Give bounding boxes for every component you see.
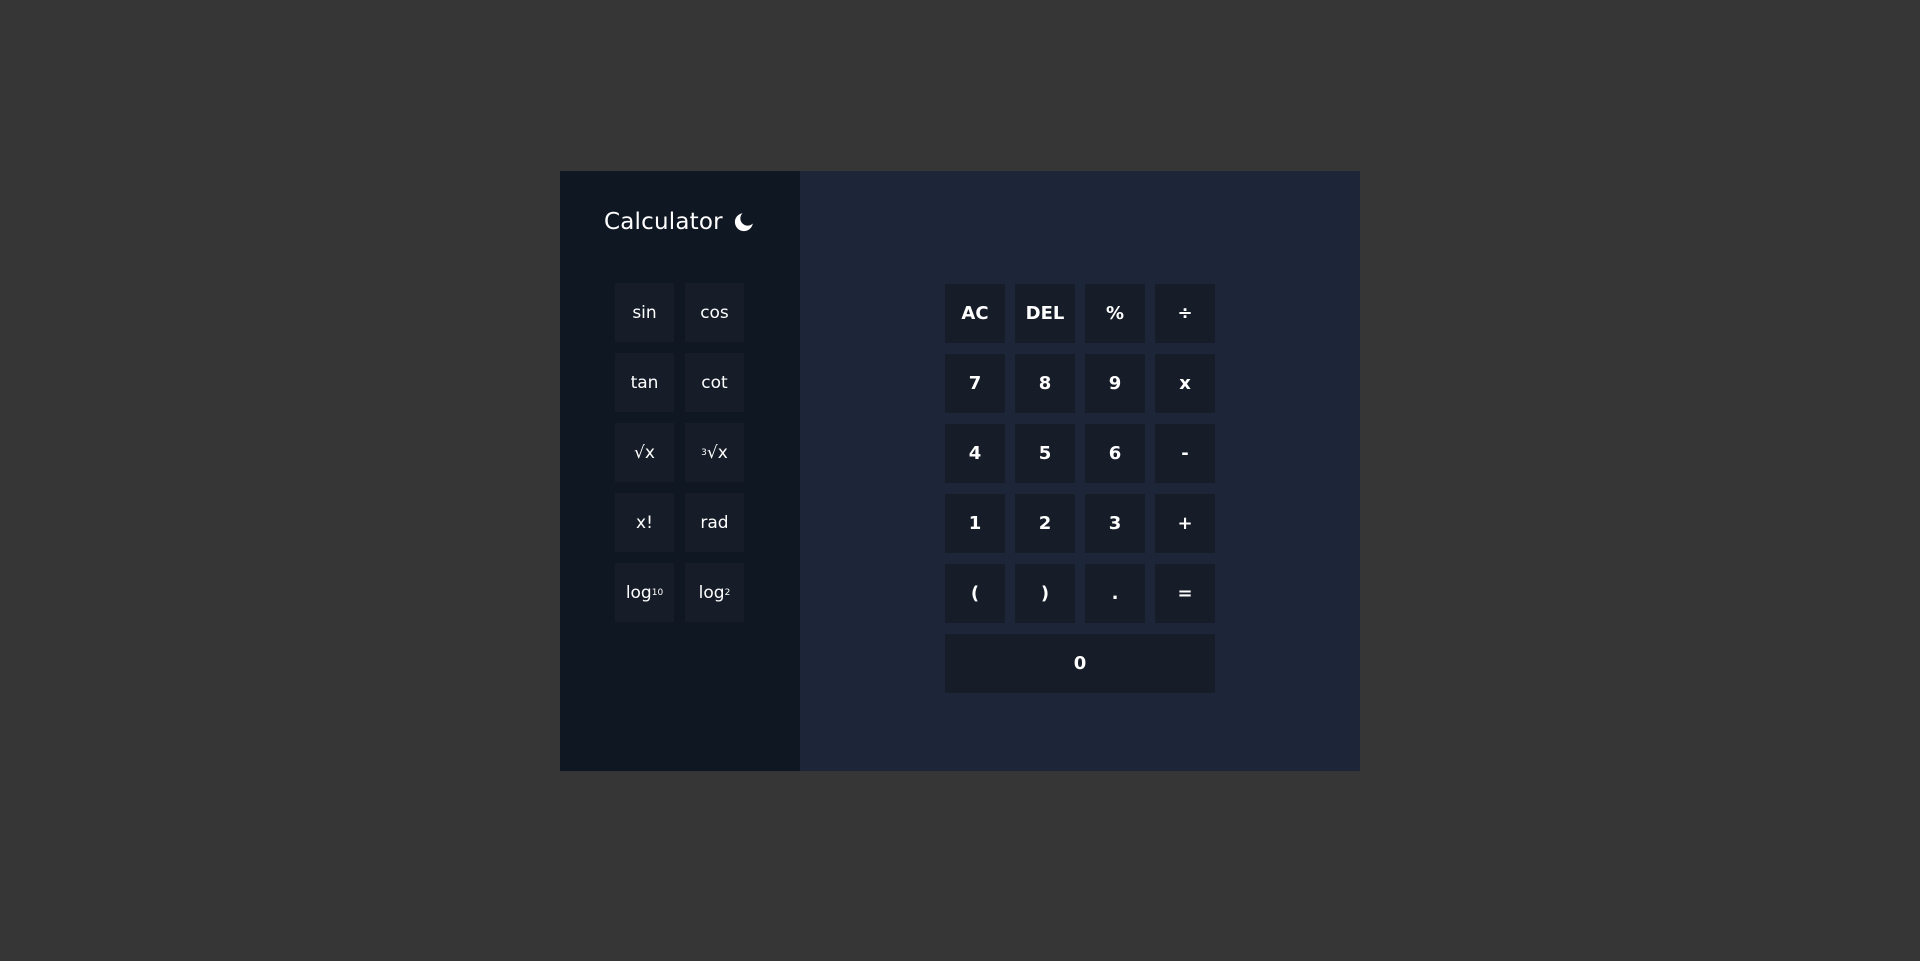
log10-subscript: 10 [651,587,664,598]
scientific-sidebar: Calculator sin cos tan cot √x 3 √x x! rad… [560,171,800,771]
digit-8-button[interactable]: 8 [1015,354,1075,413]
digit-2-button[interactable]: 2 [1015,494,1075,553]
clear-all-button[interactable]: AC [945,284,1005,343]
digit-9-button[interactable]: 9 [1085,354,1145,413]
log10-button[interactable]: log 10 [615,563,674,622]
plus-button[interactable]: + [1155,494,1215,553]
digit-1-button[interactable]: 1 [945,494,1005,553]
percent-button[interactable]: % [1085,284,1145,343]
header: Calculator [604,207,755,237]
factorial-button[interactable]: x! [615,493,674,552]
multiply-button[interactable]: x [1155,354,1215,413]
sin-button[interactable]: sin [615,283,674,342]
digit-7-button[interactable]: 7 [945,354,1005,413]
cube-root-button[interactable]: 3 √x [685,423,744,482]
cube-root-label: √x [706,442,728,463]
digit-4-button[interactable]: 4 [945,424,1005,483]
cot-button[interactable]: cot [685,353,744,412]
delete-button[interactable]: DEL [1015,284,1075,343]
number-keypad: AC DEL % ÷ 7 8 9 x 4 5 6 - 1 2 3 + ( ) .… [945,284,1215,693]
log2-button[interactable]: log 2 [685,563,744,622]
rad-button[interactable]: rad [685,493,744,552]
digit-0-button[interactable]: 0 [945,634,1215,693]
log10-label: log [625,582,652,603]
digit-3-button[interactable]: 3 [1085,494,1145,553]
square-root-button[interactable]: √x [615,423,674,482]
decimal-button[interactable]: . [1085,564,1145,623]
minus-button[interactable]: - [1155,424,1215,483]
main-panel: AC DEL % ÷ 7 8 9 x 4 5 6 - 1 2 3 + ( ) .… [800,171,1360,771]
open-paren-button[interactable]: ( [945,564,1005,623]
digit-6-button[interactable]: 6 [1085,424,1145,483]
divide-button[interactable]: ÷ [1155,284,1215,343]
close-paren-button[interactable]: ) [1015,564,1075,623]
tan-button[interactable]: tan [615,353,674,412]
log2-subscript: 2 [724,587,731,598]
calculator: Calculator sin cos tan cot √x 3 √x x! rad… [560,171,1360,771]
scientific-keypad: sin cos tan cot √x 3 √x x! rad log 10 log 2 [615,283,744,622]
equals-button[interactable]: = [1155,564,1215,623]
moon-icon[interactable] [733,211,755,233]
log2-label: log [698,582,725,603]
cos-button[interactable]: cos [685,283,744,342]
app-title: Calculator [604,209,723,235]
digit-5-button[interactable]: 5 [1015,424,1075,483]
